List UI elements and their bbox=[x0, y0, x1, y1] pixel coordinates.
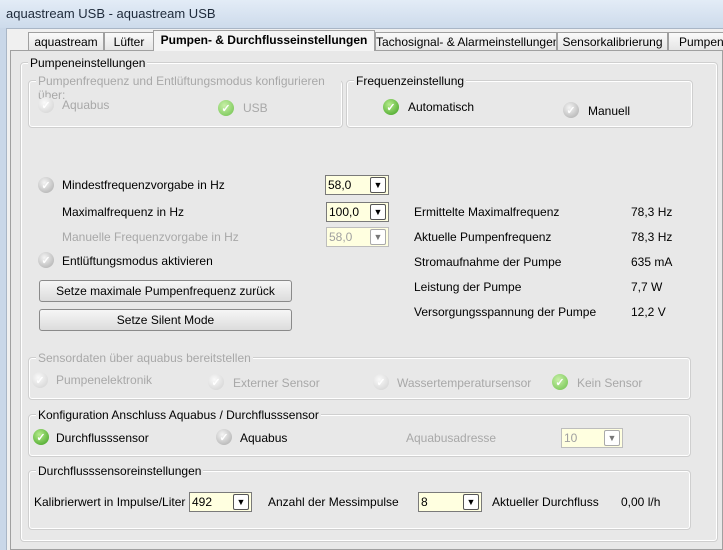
dropdown-arrow-icon[interactable]: ▼ bbox=[604, 430, 620, 446]
info-label: Stromaufnahme der Pumpe bbox=[414, 255, 562, 269]
calib-label: Kalibrierwert in Impulse/Liter bbox=[34, 495, 186, 509]
dropdown-arrow-icon[interactable]: ▼ bbox=[370, 177, 386, 193]
current-flow-value: 0,00 l/h bbox=[621, 495, 661, 509]
info-label: Leistung der Pumpe bbox=[414, 280, 522, 294]
pulses-value: 8 bbox=[421, 495, 428, 509]
tab-aquastream[interactable]: aquastream bbox=[28, 32, 104, 51]
dropdown-arrow-icon[interactable]: ▼ bbox=[370, 204, 386, 220]
radio-auto-icon[interactable]: ✓ bbox=[383, 99, 399, 115]
radio-wassertemp-label: Wassertemperatursensor bbox=[397, 376, 532, 390]
radio-usb-label: USB bbox=[243, 101, 268, 115]
vent-mode-label[interactable]: Entlüftungsmodus aktivieren bbox=[62, 254, 213, 268]
info-value: 12,2 V bbox=[631, 305, 666, 319]
info-value: 78,3 Hz bbox=[631, 205, 673, 219]
max-freq-value: 100,0 bbox=[329, 205, 360, 219]
aquabus-address-label: Aquabusadresse bbox=[406, 431, 497, 445]
max-freq-label: Maximalfrequenz in Hz bbox=[62, 205, 185, 219]
manual-freq-label: Manuelle Frequenzvorgabe in Hz bbox=[62, 230, 239, 244]
dropdown-arrow-icon[interactable]: ▼ bbox=[370, 229, 386, 245]
pulses-select[interactable]: 8 ▼ bbox=[418, 492, 482, 512]
radio-manual-icon[interactable]: ✓ bbox=[563, 102, 579, 118]
radio-aquabus-label: Aquabus bbox=[62, 98, 110, 112]
radio-durchflusssensor-label[interactable]: Durchflusssensor bbox=[56, 431, 149, 445]
flow-sensor-group: Durchflusssensoreinstellungen Kalibrierw… bbox=[28, 464, 691, 530]
min-freq-check-icon[interactable]: ✓ bbox=[38, 177, 54, 193]
info-label: Versorgungsspannung der Pumpe bbox=[414, 305, 597, 319]
radio-aquabus-icon[interactable]: ✓ bbox=[38, 97, 54, 113]
tab-pumpeninfo[interactable]: Pumpenin bbox=[668, 32, 723, 51]
aquabus-address-value: 10 bbox=[564, 431, 578, 445]
dropdown-arrow-icon[interactable]: ▼ bbox=[463, 494, 479, 510]
radio-auto-label[interactable]: Automatisch bbox=[408, 100, 474, 114]
max-freq-select[interactable]: 100,0 ▼ bbox=[326, 202, 389, 222]
pulses-label: Anzahl der Messimpulse bbox=[268, 495, 399, 509]
radio-aquabus-conn-icon[interactable]: ✓ bbox=[216, 429, 232, 445]
radio-pumpenelektronik-label: Pumpenelektronik bbox=[56, 373, 153, 387]
title-bar: aquastream USB - aquastream USB bbox=[0, 0, 723, 28]
tab-panel: Pumpeneinstellungen Pumpenfrequenz und E… bbox=[10, 50, 723, 550]
calib-value: 492 bbox=[192, 495, 213, 509]
aquabus-address-select[interactable]: 10 ▼ bbox=[561, 428, 623, 448]
calib-select[interactable]: 492 ▼ bbox=[189, 492, 252, 512]
info-value: 635 mA bbox=[631, 255, 673, 269]
tab-luefter[interactable]: Lüfter bbox=[104, 32, 154, 51]
window-title: aquastream USB - aquastream USB bbox=[6, 6, 216, 21]
radio-externer-sensor-icon[interactable]: ✓ bbox=[208, 374, 224, 390]
config-via-group: Pumpenfrequenz und Entlüftungsmodus konf… bbox=[28, 74, 343, 128]
connection-title: Konfiguration Anschluss Aquabus / Durchf… bbox=[36, 408, 321, 422]
min-freq-label: Mindestfrequenzvorgabe in Hz bbox=[62, 178, 225, 192]
pump-settings-title: Pumpeneinstellungen bbox=[28, 56, 148, 70]
radio-kein-sensor-icon[interactable]: ✓ bbox=[552, 374, 568, 390]
min-freq-select[interactable]: 58,0 ▼ bbox=[325, 175, 389, 195]
tab-tachosignal[interactable]: Tachosignal- & Alarmeinstellungen bbox=[375, 32, 557, 51]
sensor-data-group: Sensordaten über aquabus bereitstellen ✓… bbox=[28, 351, 691, 400]
radio-wassertemp-icon[interactable]: ✓ bbox=[373, 374, 389, 390]
radio-aquabus-conn-label[interactable]: Aquabus bbox=[240, 431, 287, 445]
radio-externer-sensor-label: Externer Sensor bbox=[233, 376, 320, 390]
tab-pumpen-durchfluss[interactable]: Pumpen- & Durchflusseinstellungen bbox=[153, 30, 375, 51]
radio-pumpenelektronik-icon[interactable]: ✓ bbox=[32, 372, 48, 388]
reset-max-freq-button[interactable]: Setze maximale Pumpenfrequenz zurück bbox=[39, 280, 292, 302]
info-label: Aktuelle Pumpenfrequenz bbox=[414, 230, 552, 244]
min-freq-value: 58,0 bbox=[328, 178, 352, 192]
sensor-data-title: Sensordaten über aquabus bereitstellen bbox=[36, 351, 253, 365]
radio-manual-label[interactable]: Manuell bbox=[588, 104, 630, 118]
freq-setting-group: Frequenzeinstellung ✓ Automatisch ✓ Manu… bbox=[346, 74, 693, 128]
flow-sensor-title: Durchflusssensoreinstellungen bbox=[36, 464, 204, 478]
tab-sensorkalibrierung[interactable]: Sensorkalibrierung bbox=[557, 32, 668, 51]
info-value: 78,3 Hz bbox=[631, 230, 673, 244]
radio-durchflusssensor-icon[interactable]: ✓ bbox=[33, 429, 49, 445]
connection-group: Konfiguration Anschluss Aquabus / Durchf… bbox=[28, 408, 691, 457]
manual-freq-value: 58,0 bbox=[329, 230, 353, 244]
silent-mode-button[interactable]: Setze Silent Mode bbox=[39, 309, 292, 331]
dropdown-arrow-icon[interactable]: ▼ bbox=[233, 494, 249, 510]
info-value: 7,7 W bbox=[631, 280, 663, 294]
radio-usb-icon[interactable]: ✓ bbox=[218, 100, 234, 116]
manual-freq-select[interactable]: 58,0 ▼ bbox=[326, 227, 389, 247]
radio-kein-sensor-label: Kein Sensor bbox=[577, 376, 643, 390]
freq-setting-title: Frequenzeinstellung bbox=[354, 74, 467, 88]
info-label: Ermittelte Maximalfrequenz bbox=[414, 205, 560, 219]
current-flow-label: Aktueller Durchfluss bbox=[492, 495, 599, 509]
vent-mode-check-icon[interactable]: ✓ bbox=[38, 252, 54, 268]
